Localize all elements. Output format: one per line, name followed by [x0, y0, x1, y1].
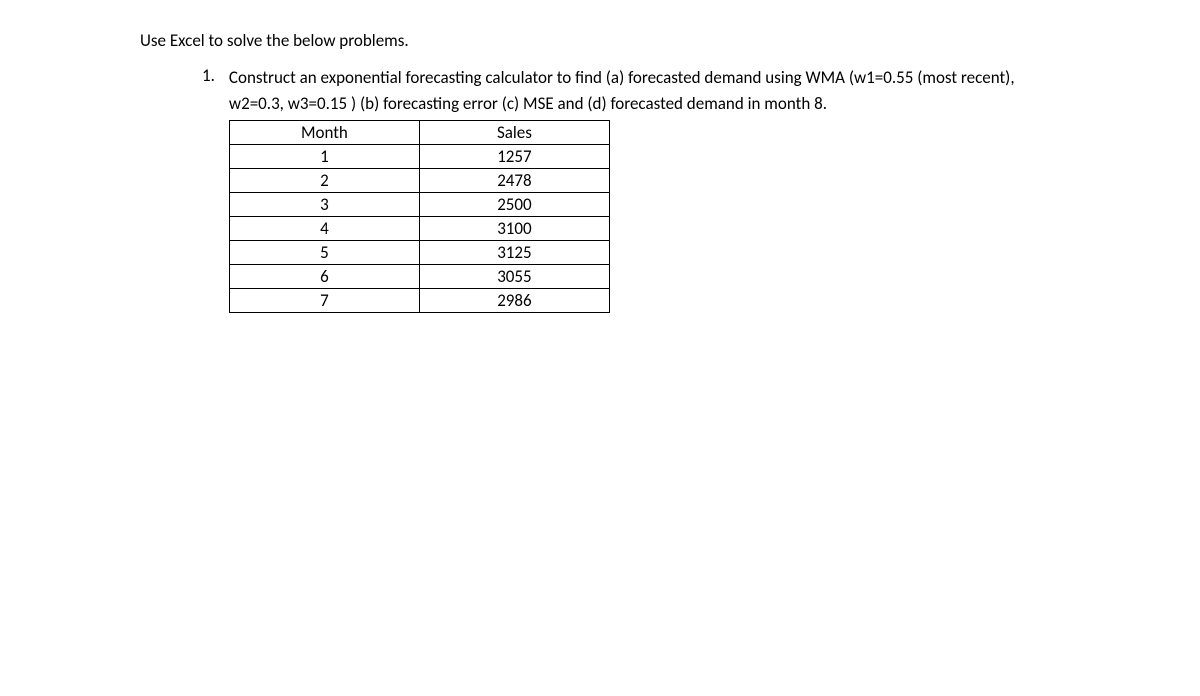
- table-row: 3 2500: [229, 193, 609, 217]
- table-cell: 2986: [419, 289, 609, 313]
- table-row: 4 3100: [229, 217, 609, 241]
- table-cell: 2478: [419, 169, 609, 193]
- table-row: 7 2986: [229, 289, 609, 313]
- table-cell: 4: [229, 217, 419, 241]
- intro-text: Use Excel to solve the below problems.: [140, 30, 1060, 51]
- table-cell: 7: [229, 289, 419, 313]
- table-cell: 3100: [419, 217, 609, 241]
- problem-list: 1. Construct an exponential forecasting …: [140, 65, 1060, 313]
- table-cell: 6: [229, 265, 419, 289]
- table-cell: 3055: [419, 265, 609, 289]
- problem-number: 1.: [202, 65, 215, 313]
- table-row: 5 3125: [229, 241, 609, 265]
- table-row: 1 1257: [229, 145, 609, 169]
- table-cell: 1: [229, 145, 419, 169]
- table-cell: 2: [229, 169, 419, 193]
- table-row: 6 3055: [229, 265, 609, 289]
- table-cell: 5: [229, 241, 419, 265]
- table-cell: 1257: [419, 145, 609, 169]
- table-cell: 2500: [419, 193, 609, 217]
- table-header-sales: Sales: [419, 121, 609, 145]
- table-cell: 3: [229, 193, 419, 217]
- document-page: Use Excel to solve the below problems. 1…: [0, 30, 1200, 666]
- table-header-row: Month Sales: [229, 121, 609, 145]
- data-table: Month Sales 1 1257 2 2478: [229, 120, 610, 313]
- problem-text: Construct an exponential forecasting cal…: [229, 65, 1060, 116]
- table-row: 2 2478: [229, 169, 609, 193]
- problem-item: 1. Construct an exponential forecasting …: [202, 65, 1060, 313]
- problem-content: Construct an exponential forecasting cal…: [229, 65, 1060, 313]
- table-cell: 3125: [419, 241, 609, 265]
- table-header-month: Month: [229, 121, 419, 145]
